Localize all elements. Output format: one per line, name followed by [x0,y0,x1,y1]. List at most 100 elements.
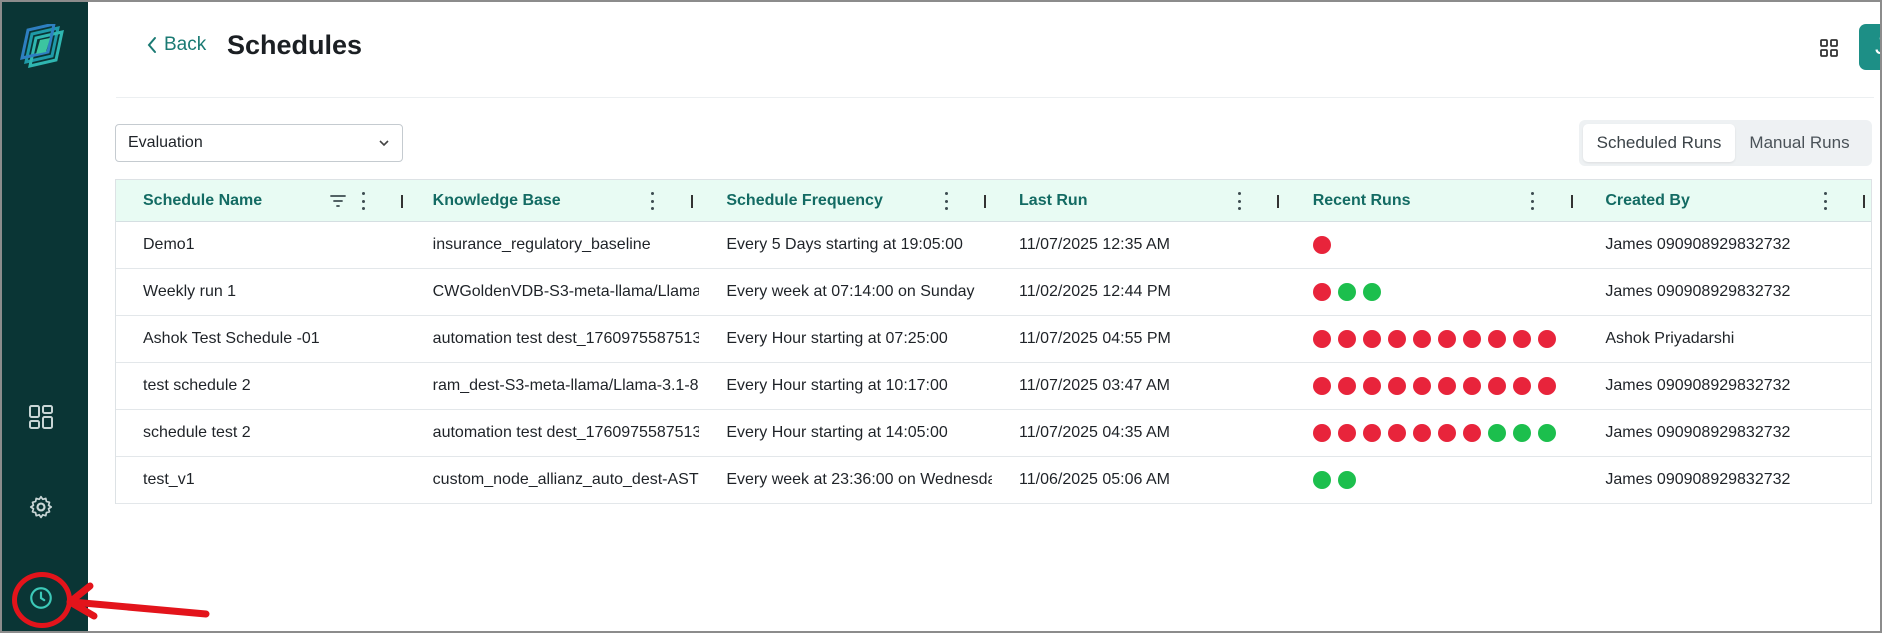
frequency-cell: Every 5 Days starting at 19:05:00 [726,236,963,253]
tab-manual-runs[interactable]: Manual Runs [1735,124,1864,162]
run-failure-dot[interactable] [1387,424,1406,442]
main-content: Back Schedules J Evaluation Scheduled Ru… [88,2,1882,631]
column-resize-handle[interactable] [401,195,403,208]
run-failure-dot[interactable] [1512,377,1531,395]
run-failure-dot[interactable] [1462,330,1481,348]
run-failure-dot[interactable] [1412,377,1431,395]
created-by-cell: James 090908929832732 [1605,377,1791,394]
run-failure-dot[interactable] [1437,330,1456,348]
recent-runs-cell [1286,222,1579,268]
schedule-name-cell: schedule test 2 [143,424,251,441]
filter-icon[interactable] [330,194,346,208]
schedule-name-cell: Demo1 [143,236,195,253]
column-header-last-run[interactable]: Last Run [992,180,1286,221]
table-row[interactable]: Demo1 insurance_regulatory_baseline Ever… [116,222,1871,269]
dashboard-icon[interactable] [26,402,56,432]
created-by-cell: Ashok Priyadarshi [1605,330,1735,347]
column-menu-icon[interactable] [648,192,658,210]
run-failure-dot[interactable] [1412,330,1431,348]
run-failure-dot[interactable] [1337,424,1356,442]
column-header-recent-runs[interactable]: Recent Runs [1286,180,1579,221]
column-menu-icon[interactable] [941,192,951,210]
column-resize-handle[interactable] [984,195,987,208]
run-failure-dot[interactable] [1337,330,1356,348]
table-row[interactable]: test_v1 custom_node_allianz_auto_dest-AS… [116,457,1871,504]
run-failure-dot[interactable] [1337,377,1356,395]
run-type-toggle: Scheduled Runs Manual Runs [1579,120,1872,166]
chevron-left-icon [147,37,156,53]
dropdown-value: Evaluation [128,134,203,151]
chevron-down-icon [379,140,389,147]
run-failure-dot[interactable] [1512,330,1531,348]
run-success-dot[interactable] [1337,471,1356,489]
column-header-schedule-name[interactable]: Schedule Name [116,180,406,221]
run-failure-dot[interactable] [1362,330,1381,348]
run-failure-dot[interactable] [1312,236,1331,254]
back-label: Back [164,34,207,55]
table-row[interactable]: Ashok Test Schedule -01 automation test … [116,316,1871,363]
column-header-schedule-frequency[interactable]: Schedule Frequency [699,180,992,221]
last-run-cell: 11/07/2025 04:35 AM [1019,424,1170,441]
run-failure-dot[interactable] [1362,424,1381,442]
run-failure-dot[interactable] [1487,377,1506,395]
run-failure-dot[interactable] [1312,424,1331,442]
column-resize-handle[interactable] [1277,195,1280,208]
run-failure-dot[interactable] [1537,377,1556,395]
frequency-cell: Every Hour starting at 10:17:00 [726,377,948,394]
frequency-cell: Every week at 23:36:00 on Wednesday [726,471,993,488]
schedule-name-cell: test_v1 [143,471,195,488]
schedules-table: Schedule Name Knowledge Base Schedule Fr… [115,179,1872,504]
run-failure-dot[interactable] [1487,330,1506,348]
column-menu-icon[interactable] [358,192,368,210]
run-failure-dot[interactable] [1437,424,1456,442]
back-link[interactable]: Back [146,34,206,56]
run-failure-dot[interactable] [1312,283,1331,301]
run-failure-dot[interactable] [1462,424,1481,442]
knowledge-base-cell: automation test dest_1760975587513 [432,424,700,441]
avatar[interactable]: J [1859,24,1882,70]
run-failure-dot[interactable] [1312,330,1331,348]
app-logo[interactable] [18,24,68,72]
evaluation-dropdown[interactable]: Evaluation [115,124,403,162]
run-success-dot[interactable] [1362,283,1381,301]
table-row[interactable]: Weekly run 1 CWGoldenVDB-S3-meta-llama/L… [116,269,1871,316]
column-header-created-by[interactable]: Created By [1578,180,1871,221]
gear-icon[interactable] [26,492,56,522]
column-resize-handle[interactable] [1863,195,1866,208]
last-run-cell: 11/07/2025 03:47 AM [1019,377,1170,394]
run-failure-dot[interactable] [1387,377,1406,395]
last-run-cell: 11/07/2025 12:35 AM [1019,236,1170,253]
run-failure-dot[interactable] [1387,330,1406,348]
run-failure-dot[interactable] [1362,377,1381,395]
table-row[interactable]: test schedule 2 ram_dest-S3-meta-llama/L… [116,363,1871,410]
run-failure-dot[interactable] [1312,377,1331,395]
run-failure-dot[interactable] [1462,377,1481,395]
knowledge-base-cell: ram_dest-S3-meta-llama/Llama-3.1-8B [432,377,700,394]
tab-scheduled-runs[interactable]: Scheduled Runs [1583,124,1735,162]
schedule-name-cell: test schedule 2 [143,377,251,394]
recent-runs-cell [1286,316,1579,362]
run-success-dot[interactable] [1537,424,1556,442]
recent-runs-cell [1286,363,1579,409]
column-header-knowledge-base[interactable]: Knowledge Base [406,180,700,221]
run-success-dot[interactable] [1512,424,1531,442]
run-success-dot[interactable] [1487,424,1506,442]
frequency-cell: Every Hour starting at 14:05:00 [726,424,948,441]
recent-runs-cell [1286,457,1579,503]
run-failure-dot[interactable] [1537,330,1556,348]
recent-runs-cell [1286,269,1579,315]
column-resize-handle[interactable] [690,195,693,208]
created-by-cell: James 090908929832732 [1605,471,1791,488]
column-menu-icon[interactable] [1234,192,1244,210]
created-by-cell: James 090908929832732 [1605,236,1791,253]
column-resize-handle[interactable] [1570,195,1573,208]
table-row[interactable]: schedule test 2 automation test dest_176… [116,410,1871,457]
run-success-dot[interactable] [1337,283,1356,301]
run-failure-dot[interactable] [1437,377,1456,395]
run-failure-dot[interactable] [1412,424,1431,442]
recent-runs-cell [1286,410,1579,456]
column-menu-icon[interactable] [1528,192,1538,210]
column-menu-icon[interactable] [1820,192,1830,210]
apps-grid-icon[interactable] [1817,36,1841,60]
run-success-dot[interactable] [1312,471,1331,489]
